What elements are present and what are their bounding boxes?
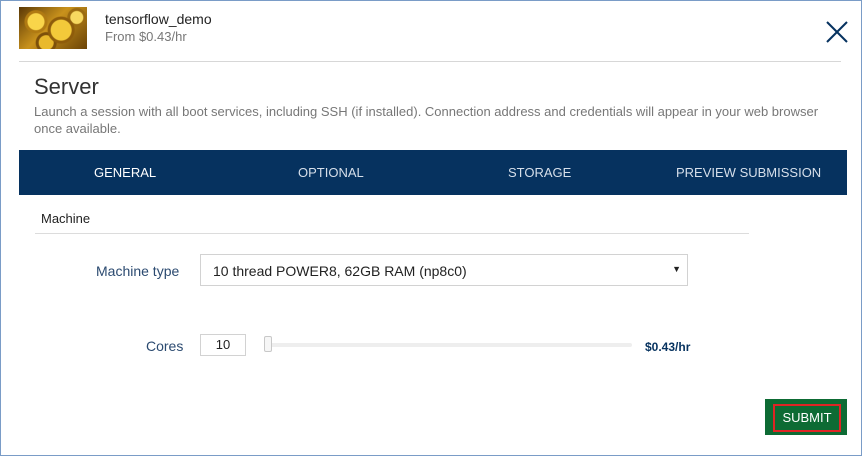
submit-label: SUBMIT [773, 404, 841, 432]
app-price: From $0.43/hr [105, 29, 187, 44]
close-icon [826, 21, 848, 43]
app-thumbnail [19, 7, 87, 49]
page-title: Server [34, 74, 99, 99]
machine-type-label: Machine type [96, 263, 180, 279]
tab-general[interactable]: GENERAL [94, 150, 156, 195]
dropdown-arrow-icon: ▼ [672, 264, 681, 274]
tab-bar: GENERAL OPTIONAL STORAGE PREVIEW SUBMISS… [19, 150, 847, 195]
cores-slider-track[interactable] [264, 343, 632, 347]
machine-type-value: 10 thread POWER8, 62GB RAM (np8c0) [213, 263, 467, 279]
tab-optional[interactable]: OPTIONAL [298, 150, 364, 195]
app-name: tensorflow_demo [105, 11, 212, 27]
machine-section-title: Machine [41, 211, 91, 226]
header-divider [19, 61, 841, 62]
section-divider [35, 233, 749, 234]
cores-label: Cores [146, 338, 184, 354]
server-dialog: tensorflow_demo From $0.43/hr Server Lau… [0, 0, 862, 456]
close-button[interactable] [823, 18, 851, 46]
tab-storage[interactable]: STORAGE [508, 150, 571, 195]
cores-slider-handle[interactable] [264, 336, 272, 352]
cores-input[interactable]: 10 [200, 334, 246, 356]
hourly-price: $0.43/hr [645, 340, 691, 354]
tab-preview-submission[interactable]: PREVIEW SUBMISSION [676, 150, 821, 195]
page-description: Launch a session with all boot services,… [34, 104, 819, 136]
machine-type-select[interactable]: 10 thread POWER8, 62GB RAM (np8c0) ▼ [200, 254, 688, 286]
submit-button[interactable]: SUBMIT [765, 399, 847, 435]
